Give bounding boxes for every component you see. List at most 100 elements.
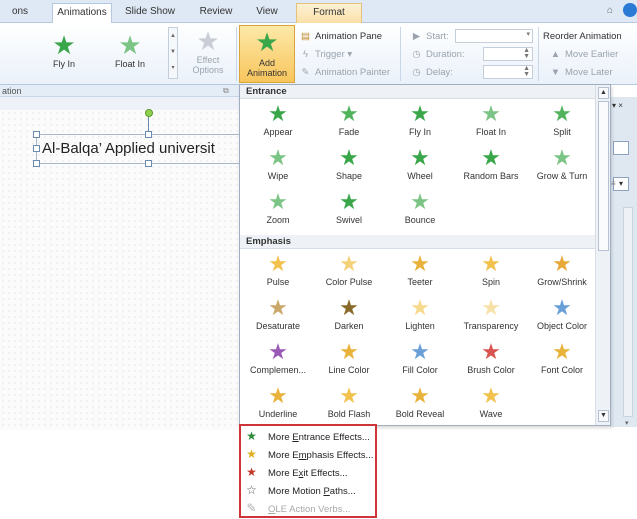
dialog-launcher-icon[interactable]: ⧉ bbox=[223, 86, 229, 96]
effect-brush-color[interactable]: ★ Brush Color bbox=[456, 339, 526, 382]
effect-swivel[interactable]: ★ Swivel bbox=[314, 189, 384, 232]
effect-pulse[interactable]: ★ Pulse bbox=[243, 251, 313, 294]
menu-item-text: More bbox=[268, 432, 293, 443]
effect-lighten[interactable]: ★ Lighten bbox=[385, 295, 455, 338]
right-pane-strip: ▾ × ▾ ≡ ▾ bbox=[610, 97, 637, 427]
effect-fade[interactable]: ★ Fade bbox=[314, 101, 384, 144]
resize-handle[interactable] bbox=[145, 160, 152, 167]
effect-appear[interactable]: ★ Appear bbox=[243, 101, 313, 144]
pane-close-icon[interactable]: ▾ × bbox=[612, 101, 623, 110]
effect-label: Float In bbox=[475, 127, 506, 137]
tab-review[interactable]: Review bbox=[193, 3, 239, 23]
menu-item-emphasis-star[interactable]: ★ More Emphasis Effects... bbox=[245, 446, 373, 462]
pulse-star-icon: ★ bbox=[268, 251, 288, 276]
reorder-title: Reorder Animation bbox=[543, 31, 622, 42]
effect-label: Swivel bbox=[335, 215, 362, 225]
effect-label: Desaturate bbox=[255, 321, 301, 331]
menu-item-exit-star[interactable]: ★ More Exit Effects... bbox=[245, 464, 347, 480]
effect-fly-in[interactable]: ★ Fly In bbox=[385, 101, 455, 144]
effect-bold-flash[interactable]: ★ Bold Flash bbox=[314, 383, 384, 425]
effect-zoom[interactable]: ★ Zoom bbox=[243, 189, 313, 232]
menu-item-text: aths... bbox=[329, 486, 356, 497]
resize-handle[interactable] bbox=[145, 131, 152, 138]
effect-fill-color[interactable]: ★ Fill Color bbox=[385, 339, 455, 382]
tab-format[interactable]: Format bbox=[296, 3, 362, 23]
tab-design-partial[interactable]: ons bbox=[6, 3, 34, 23]
effect-line-color[interactable]: ★ Line Color bbox=[314, 339, 384, 382]
effect-label: Wave bbox=[479, 409, 503, 419]
trigger-button[interactable]: ϟ Trigger ▾ bbox=[299, 47, 352, 62]
scroll-up-arrow[interactable]: ▲ bbox=[598, 87, 609, 99]
float-in-gallery-button[interactable]: ★ Float In bbox=[106, 31, 154, 69]
resize-handle[interactable] bbox=[33, 131, 40, 138]
effect-desaturate[interactable]: ★ Desaturate bbox=[243, 295, 313, 338]
pane-scrollbar[interactable] bbox=[623, 207, 633, 417]
effect-wave[interactable]: ★ Wave bbox=[456, 383, 526, 425]
exit-star-icon: ★ bbox=[246, 465, 257, 479]
separator bbox=[538, 27, 539, 81]
effect-font-color[interactable]: ★ Font Color bbox=[527, 339, 597, 382]
scroll-down-arrow[interactable]: ▼ bbox=[598, 410, 609, 422]
effect-bounce[interactable]: ★ Bounce bbox=[385, 189, 455, 232]
effect-options-button[interactable]: ★ Effect Options bbox=[184, 27, 232, 75]
rotation-handle[interactable] bbox=[145, 109, 153, 117]
effect-bold-reveal[interactable]: ★ Bold Reveal bbox=[385, 383, 455, 425]
fade-star-icon: ★ bbox=[339, 101, 359, 126]
effect-label: Grow/Shrink bbox=[537, 277, 587, 287]
help-icon[interactable] bbox=[623, 3, 637, 17]
effect-complementary[interactable]: ★ Complemen... bbox=[243, 339, 313, 382]
start-dropdown[interactable]: ▾ bbox=[455, 29, 533, 43]
effect-label: Bounce bbox=[404, 215, 436, 225]
pane-play-button[interactable] bbox=[613, 141, 629, 155]
effect-wheel[interactable]: ★ Wheel bbox=[385, 145, 455, 188]
rotation-line bbox=[148, 116, 149, 131]
entrance-section-header: Entrance bbox=[240, 85, 595, 99]
effect-object-color[interactable]: ★ Object Color bbox=[527, 295, 597, 338]
tab-view[interactable]: View bbox=[250, 3, 284, 23]
duration-spinner[interactable]: ▲ ▼ bbox=[483, 47, 533, 61]
animation-pane-button[interactable]: ▤ Animation Pane bbox=[299, 29, 382, 44]
animation-painter-label: Animation Painter bbox=[315, 67, 390, 78]
effect-color-pulse[interactable]: ★ Color Pulse bbox=[314, 251, 384, 294]
tab-animations[interactable]: Animations bbox=[52, 3, 112, 23]
tab-slide-show[interactable]: Slide Show bbox=[120, 3, 180, 23]
wave-star-icon: ★ bbox=[481, 383, 501, 408]
menu-item-text: phasis Effects... bbox=[306, 450, 374, 461]
effect-underline[interactable]: ★ Underline bbox=[243, 383, 313, 425]
gallery-scrollbar[interactable]: ▲ ▼ bbox=[595, 85, 610, 425]
effect-spin[interactable]: ★ Spin bbox=[456, 251, 526, 294]
minimize-ribbon-icon[interactable]: ⌂ bbox=[607, 5, 613, 16]
duration-label-row: ◷ Duration: bbox=[410, 47, 464, 62]
effect-random-bars[interactable]: ★ Random Bars bbox=[456, 145, 526, 188]
menu-item-motion-path[interactable]: ☆ More Motion Paths... bbox=[245, 482, 356, 498]
move-later-button[interactable]: ▼ Move Later bbox=[549, 65, 613, 80]
effect-transparency[interactable]: ★ Transparency bbox=[456, 295, 526, 338]
duration-icon: ◷ bbox=[412, 49, 421, 60]
effect-darken[interactable]: ★ Darken bbox=[314, 295, 384, 338]
effect-teeter[interactable]: ★ Teeter bbox=[385, 251, 455, 294]
scroll-thumb[interactable] bbox=[598, 101, 609, 251]
effect-grow-shrink[interactable]: ★ Grow/Shrink bbox=[527, 251, 597, 294]
object-color-star-icon: ★ bbox=[552, 295, 572, 320]
fly-in-gallery-button[interactable]: ★ Fly In bbox=[40, 31, 88, 69]
effect-shape[interactable]: ★ Shape bbox=[314, 145, 384, 188]
slide-title-text[interactable]: Al-Balqa’ Applied universit bbox=[42, 140, 215, 157]
resize-handle[interactable] bbox=[33, 145, 40, 152]
effect-grow-turn[interactable]: ★ Grow & Turn bbox=[527, 145, 597, 188]
effect-split[interactable]: ★ Split bbox=[527, 101, 597, 144]
menu-item-entrance-star[interactable]: ★ More Entrance Effects... bbox=[245, 428, 370, 444]
move-earlier-button[interactable]: ▲ Move Earlier bbox=[549, 47, 619, 62]
ribbon-tabs: ons Animations Slide Show Review View Fo… bbox=[0, 0, 637, 23]
resize-handle[interactable] bbox=[33, 160, 40, 167]
effect-wipe[interactable]: ★ Wipe bbox=[243, 145, 313, 188]
effect-float-in[interactable]: ★ Float In bbox=[456, 101, 526, 144]
gallery-scroll-button[interactable]: ▲ ▼ ▾ bbox=[168, 27, 178, 79]
fill-color-star-icon: ★ bbox=[410, 339, 430, 364]
delay-spinner[interactable]: ▲ ▼ bbox=[483, 65, 533, 79]
effect-label: Color Pulse bbox=[325, 277, 373, 287]
effect-label: Shape bbox=[335, 171, 363, 181]
animation-painter-button[interactable]: ✎ Animation Painter bbox=[299, 65, 390, 80]
pane-scroll-down-icon[interactable]: ▾ bbox=[625, 419, 629, 427]
effect-label: Grow & Turn bbox=[536, 171, 588, 181]
add-animation-button[interactable]: ★ Add Animation bbox=[239, 25, 295, 83]
